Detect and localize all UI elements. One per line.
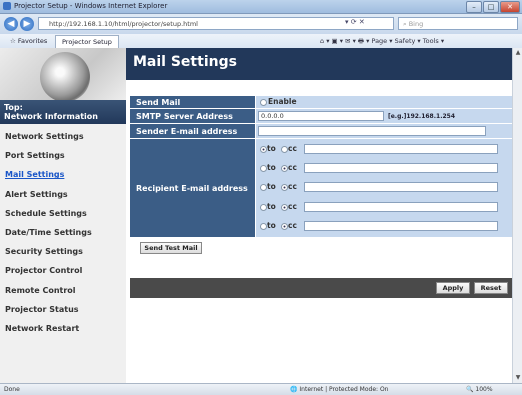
recipient-5-cc-radio[interactable] — [281, 223, 288, 230]
nav-item-network-settings[interactable]: Network Settings — [0, 127, 126, 146]
nav-item-alert-settings[interactable]: Alert Settings — [0, 185, 126, 204]
forward-icon[interactable]: ▶ — [20, 17, 34, 31]
recipient-1-cc-label: cc — [288, 144, 297, 153]
row-sender: Sender E-mail address — [130, 124, 512, 138]
recipient-4-cc-radio[interactable] — [281, 204, 288, 211]
security-zone-text: Internet | Protected Mode: On — [299, 386, 389, 393]
recipient-4-input[interactable] — [304, 202, 498, 212]
recipient-4-to-label: to — [267, 202, 276, 211]
recipient-row-3: to cc — [256, 180, 512, 194]
command-bar[interactable]: ⌂ ▾ ▣ ▾ ✉ ▾ 🖶 ▾ Page ▾ Safety ▾ Tools ▾ — [320, 37, 444, 48]
recipient-4-cc-label: cc — [288, 202, 297, 211]
favorites-bar: ☆ Favorites Projector Setup ⌂ ▾ ▣ ▾ ✉ ▾ … — [0, 34, 522, 49]
nav-item-security-settings[interactable]: Security Settings — [0, 242, 126, 261]
favorites-label: Favorites — [17, 37, 48, 45]
main-panel: Mail Settings Send Mail Enable SMTP Serv… — [126, 48, 512, 383]
page-title: Mail Settings — [133, 54, 237, 70]
nav-list: Network Settings Port Settings Mail Sett… — [0, 127, 126, 338]
recipient-row-2: to cc — [256, 161, 512, 175]
search-input[interactable]: ⌕ Bing — [398, 17, 518, 30]
recipient-5-to-radio[interactable] — [260, 223, 267, 230]
security-zone: 🌐 Internet | Protected Mode: On — [290, 386, 389, 393]
command-bar-text: Page ▾ Safety ▾ Tools ▾ — [371, 37, 445, 45]
window-titlebar: Projector Setup - Windows Internet Explo… — [0, 0, 522, 14]
minimize-button[interactable]: – — [466, 1, 482, 13]
recipient-1-cc-radio[interactable] — [281, 146, 288, 153]
back-icon[interactable]: ◀ — [4, 17, 18, 31]
send-test-mail-button[interactable]: Send Test Mail — [140, 242, 202, 254]
nav-top-line2: Network Information — [4, 112, 98, 121]
nav-item-network-restart[interactable]: Network Restart — [0, 319, 126, 338]
scroll-up-icon[interactable]: ▲ — [514, 49, 522, 57]
recipient-3-cc-radio[interactable] — [281, 184, 288, 191]
left-nav: Top: Network Information Network Setting… — [0, 48, 126, 383]
nav-item-mail-settings[interactable]: Mail Settings — [0, 165, 126, 184]
send-mail-enable-checkbox[interactable] — [260, 99, 267, 106]
zoom-level-text: 100% — [475, 386, 493, 393]
zoom-level[interactable]: 🔍 100% — [466, 386, 493, 393]
send-mail-enable-label: Enable — [268, 97, 297, 106]
action-bar: Apply Reset — [130, 278, 512, 298]
search-placeholder: Bing — [408, 20, 424, 28]
nav-item-date-time-settings[interactable]: Date/Time Settings — [0, 223, 126, 242]
projector-lens-logo — [0, 48, 126, 100]
nav-item-remote-control[interactable]: Remote Control — [0, 281, 126, 300]
page-content: Top: Network Information Network Setting… — [0, 48, 512, 383]
nav-top-network-information[interactable]: Top: Network Information — [0, 100, 126, 124]
row-recipients: Recipient E-mail address to cc to cc to … — [130, 139, 512, 237]
recipient-3-cc-label: cc — [288, 182, 297, 191]
close-button[interactable]: ✕ — [500, 1, 520, 13]
maximize-button[interactable]: □ — [483, 1, 499, 13]
page-header: Mail Settings — [126, 48, 512, 80]
recipient-2-cc-label: cc — [288, 163, 297, 172]
recipient-1-input[interactable] — [304, 144, 498, 154]
recipient-5-to-label: to — [267, 221, 276, 230]
recipient-row-1: to cc — [256, 142, 512, 156]
favorites-button[interactable]: ☆ Favorites — [10, 37, 47, 45]
address-bar-area: ◀ ▶ http://192.168.1.10/html/projector/s… — [0, 14, 522, 34]
nav-item-projector-control[interactable]: Projector Control — [0, 261, 126, 280]
smtp-address-input[interactable]: 0.0.0.0 — [258, 111, 384, 121]
smtp-label: SMTP Server Address — [130, 109, 255, 123]
nav-item-port-settings[interactable]: Port Settings — [0, 146, 126, 165]
recipient-2-cc-radio[interactable] — [281, 165, 288, 172]
recipient-1-to-radio[interactable] — [260, 146, 267, 153]
recipient-2-to-label: to — [267, 163, 276, 172]
apply-button[interactable]: Apply — [436, 282, 470, 294]
nav-item-schedule-settings[interactable]: Schedule Settings — [0, 204, 126, 223]
address-input[interactable]: http://192.168.1.10/html/projector/setup… — [38, 17, 394, 30]
recipient-3-to-radio[interactable] — [260, 184, 267, 191]
sender-email-input[interactable] — [258, 126, 486, 136]
scroll-down-icon[interactable]: ▼ — [514, 374, 522, 382]
smtp-example-hint: [e.g.]192.168.1.254 — [388, 113, 455, 120]
ie-icon — [3, 2, 11, 10]
tab-projector-setup[interactable]: Projector Setup — [55, 35, 119, 48]
recipient-5-cc-label: cc — [288, 221, 297, 230]
row-send-mail: Send Mail Enable — [130, 96, 512, 108]
recipient-4-to-radio[interactable] — [260, 204, 267, 211]
tab-label: Projector Setup — [62, 38, 112, 46]
nav-top-line1: Top: — [4, 103, 23, 112]
sender-label: Sender E-mail address — [130, 124, 255, 138]
reset-button[interactable]: Reset — [474, 282, 508, 294]
recipient-2-input[interactable] — [304, 163, 498, 173]
refresh-stop-icons[interactable]: ▾ ⟳ ✕ — [345, 18, 365, 26]
recipient-3-to-label: to — [267, 182, 276, 191]
recipient-row-5: to cc — [256, 219, 512, 233]
recipient-3-input[interactable] — [304, 182, 498, 192]
recipient-1-to-label: to — [267, 144, 276, 153]
recipient-row-4: to cc — [256, 200, 512, 214]
send-mail-label: Send Mail — [130, 96, 255, 108]
status-bar: Done 🌐 Internet | Protected Mode: On 🔍 1… — [0, 383, 522, 395]
vertical-scrollbar[interactable]: ▲ ▼ — [512, 48, 522, 383]
window-title: Projector Setup - Windows Internet Explo… — [14, 2, 168, 10]
recipient-5-input[interactable] — [304, 221, 498, 231]
recipient-2-to-radio[interactable] — [260, 165, 267, 172]
status-text: Done — [4, 386, 20, 393]
nav-item-projector-status[interactable]: Projector Status — [0, 300, 126, 319]
recipient-label: Recipient E-mail address — [130, 139, 255, 237]
row-smtp: SMTP Server Address 0.0.0.0 [e.g.]192.16… — [130, 109, 512, 123]
